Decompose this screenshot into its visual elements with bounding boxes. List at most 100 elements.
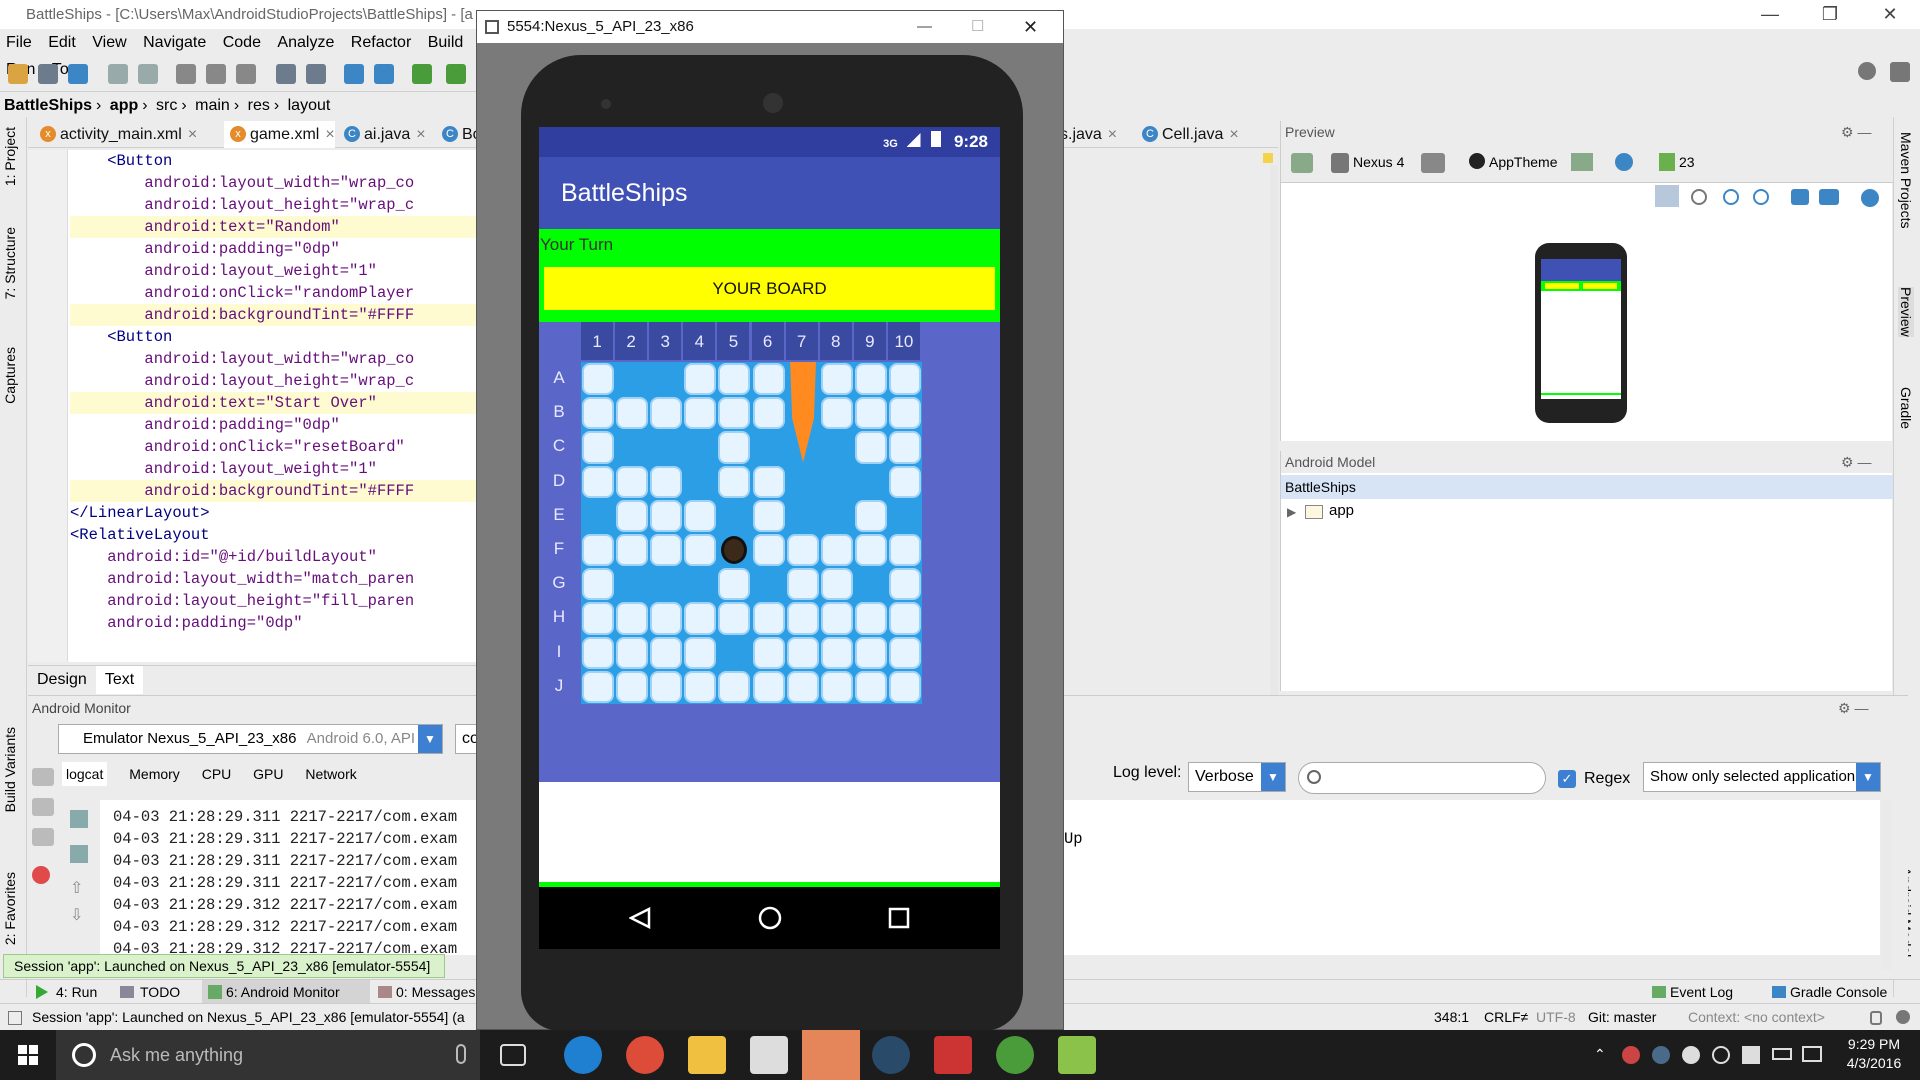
screen-capture-icon[interactable] [32, 768, 54, 786]
board-cell[interactable] [888, 636, 921, 669]
volume-icon[interactable] [1742, 1046, 1760, 1064]
device-selector[interactable]: Emulator Nexus_5_API_23_x86 Android 6.0,… [58, 724, 443, 754]
board-cell[interactable] [752, 465, 785, 498]
board-cell[interactable] [616, 636, 649, 669]
tw-run[interactable]: 4: Run [56, 980, 97, 1004]
breadcrumb-src[interactable]: src [156, 97, 177, 114]
chevron-down-icon[interactable]: ▼ [418, 725, 442, 753]
board-cell[interactable] [684, 568, 716, 600]
zoom-to-fit-icon[interactable] [1655, 185, 1679, 207]
terminate-icon[interactable] [32, 866, 50, 884]
board-cell[interactable] [582, 465, 615, 498]
log-line[interactable]: 04-03 21:28:29.312 2217-2217/com.exam [113, 896, 457, 914]
preview-device[interactable]: Nexus 4 [1353, 154, 1404, 170]
minimize-icon[interactable]: — [1740, 0, 1800, 29]
code-line[interactable]: android:layout_height="fill_paren [70, 590, 490, 612]
board-cell[interactable] [889, 500, 921, 532]
tab-network[interactable]: Network [305, 766, 356, 782]
tab-build-variants[interactable]: Build Variants [2, 727, 18, 812]
board-cell[interactable] [650, 431, 682, 463]
board-cell[interactable] [888, 602, 921, 635]
board-cell[interactable] [582, 636, 615, 669]
board-cell[interactable] [650, 534, 683, 567]
camera-icon[interactable] [1819, 189, 1839, 205]
board-cell[interactable] [616, 602, 649, 635]
board-cell[interactable] [752, 534, 785, 567]
board-cell[interactable] [582, 363, 615, 396]
down-arrow-icon[interactable]: ⇩ [70, 905, 83, 925]
board-cell[interactable] [786, 534, 819, 567]
tab-logcat[interactable]: logcat [62, 762, 108, 786]
breadcrumb-layout[interactable]: layout [288, 97, 331, 114]
code-line[interactable]: </LinearLayout> [70, 502, 490, 524]
board-cell[interactable] [616, 363, 648, 395]
back-nav-icon[interactable] [629, 907, 651, 929]
board-cell[interactable] [718, 637, 750, 669]
tab-preview[interactable]: Preview [1898, 287, 1914, 337]
board-cell[interactable] [582, 602, 615, 635]
board-cell[interactable] [888, 568, 921, 601]
tab-ai-java[interactable]: Cai.java × [338, 121, 426, 148]
board-cell[interactable] [854, 363, 887, 396]
log-search-input[interactable] [1298, 762, 1546, 794]
breadcrumb-main[interactable]: main [195, 97, 230, 114]
tab-text[interactable]: Text [95, 666, 144, 694]
windows-start-icon[interactable] [18, 1045, 38, 1065]
tab-gpu[interactable]: GPU [253, 766, 283, 782]
log-line[interactable]: 04-03 21:28:29.311 2217-2217/com.exam [113, 852, 457, 870]
board-cell[interactable] [718, 602, 751, 635]
event-log[interactable]: Event Log [1670, 980, 1733, 1004]
board-cell[interactable] [787, 466, 819, 498]
menu-navigate[interactable]: Navigate [143, 34, 206, 51]
scroll-to-end-icon[interactable] [70, 845, 88, 863]
board-cell[interactable] [684, 466, 716, 498]
board-cell[interactable] [888, 431, 921, 464]
breadcrumb-project[interactable]: BattleShips [4, 97, 92, 114]
expand-icon[interactable]: ▶ [1287, 505, 1296, 519]
status-square-icon[interactable] [8, 1011, 22, 1025]
code-line[interactable]: android:backgroundTint="#FFFF [70, 304, 490, 326]
board-cell[interactable] [718, 397, 751, 430]
board-cell[interactable] [888, 670, 921, 703]
board-cell[interactable] [821, 466, 853, 498]
undo-icon[interactable] [108, 64, 128, 84]
board-cell[interactable] [854, 602, 887, 635]
board-cell[interactable] [854, 636, 887, 669]
board-cell[interactable] [684, 499, 717, 532]
close-tab-icon[interactable]: × [1108, 126, 1117, 143]
board-cell[interactable] [616, 397, 649, 430]
board-cell[interactable] [582, 568, 615, 601]
menu-analyze[interactable]: Analyze [277, 34, 334, 51]
sync-icon[interactable] [68, 64, 88, 84]
log-scrollbar[interactable] [1882, 800, 1892, 970]
file-explorer-icon[interactable] [688, 1036, 726, 1074]
keyboard-icon[interactable] [1802, 1046, 1822, 1062]
copy-icon[interactable] [206, 64, 226, 84]
android-model-child[interactable]: app [1329, 502, 1354, 519]
remote-desktop-icon[interactable] [934, 1036, 972, 1074]
chevron-down-icon[interactable]: ▼ [1261, 763, 1285, 791]
editor-scrollbar[interactable] [1270, 165, 1278, 700]
home-nav-icon[interactable] [758, 906, 782, 930]
tab-s-java[interactable]: s.java × [1058, 121, 1117, 148]
board-cell[interactable] [752, 397, 785, 430]
tab-cpu[interactable]: CPU [202, 766, 232, 782]
board-cell[interactable] [786, 636, 819, 669]
android-model-root[interactable]: BattleShips [1281, 475, 1893, 499]
board-cell[interactable] [820, 636, 853, 669]
board-cell[interactable] [786, 602, 819, 635]
board-cell[interactable] [650, 397, 683, 430]
orientation-icon[interactable] [1421, 153, 1445, 173]
board-cell[interactable] [820, 568, 853, 601]
board-cell[interactable] [650, 602, 683, 635]
code-line[interactable]: android:padding="0dp" [70, 612, 490, 634]
close-icon[interactable]: ✕ [1860, 0, 1920, 29]
board-cell[interactable] [582, 534, 615, 567]
tw-android-monitor[interactable]: 6: Android Monitor [226, 980, 340, 1004]
clear-log-icon[interactable] [70, 810, 88, 828]
board-cell[interactable] [854, 397, 887, 430]
gear-icon[interactable]: ⚙ — [1841, 124, 1881, 140]
wifi-icon[interactable] [1712, 1046, 1730, 1064]
android-studio-icon[interactable] [996, 1036, 1034, 1074]
board-cell[interactable] [650, 670, 683, 703]
